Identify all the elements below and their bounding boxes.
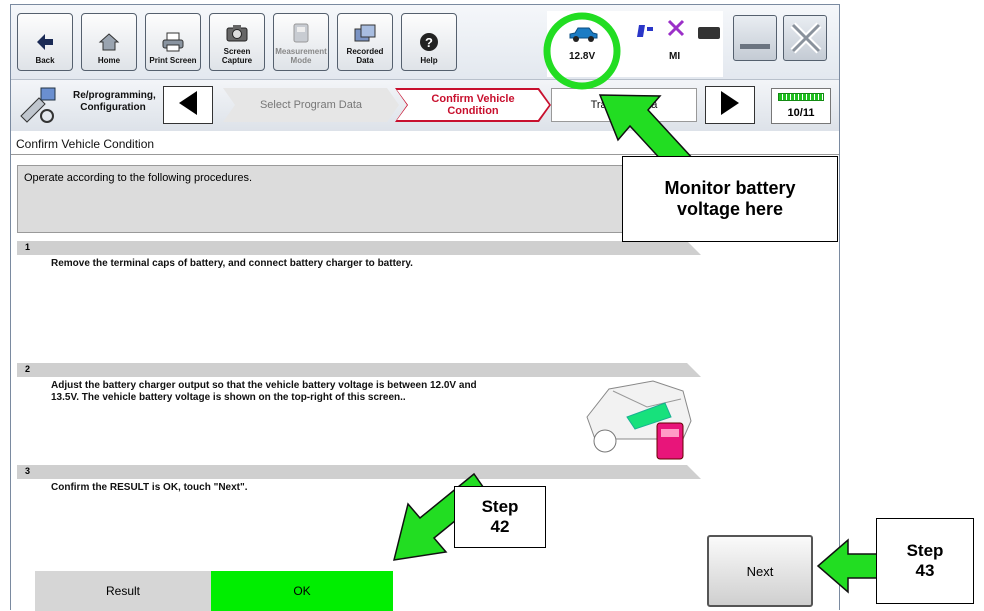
step-43-callout: Step 43 — [876, 518, 974, 604]
monitor-battery-callout: Monitor battery voltage here — [622, 156, 838, 242]
battery-highlight-circle — [543, 12, 621, 90]
step-42-callout: Step 42 — [454, 486, 546, 548]
step43-arrow — [816, 538, 885, 594]
